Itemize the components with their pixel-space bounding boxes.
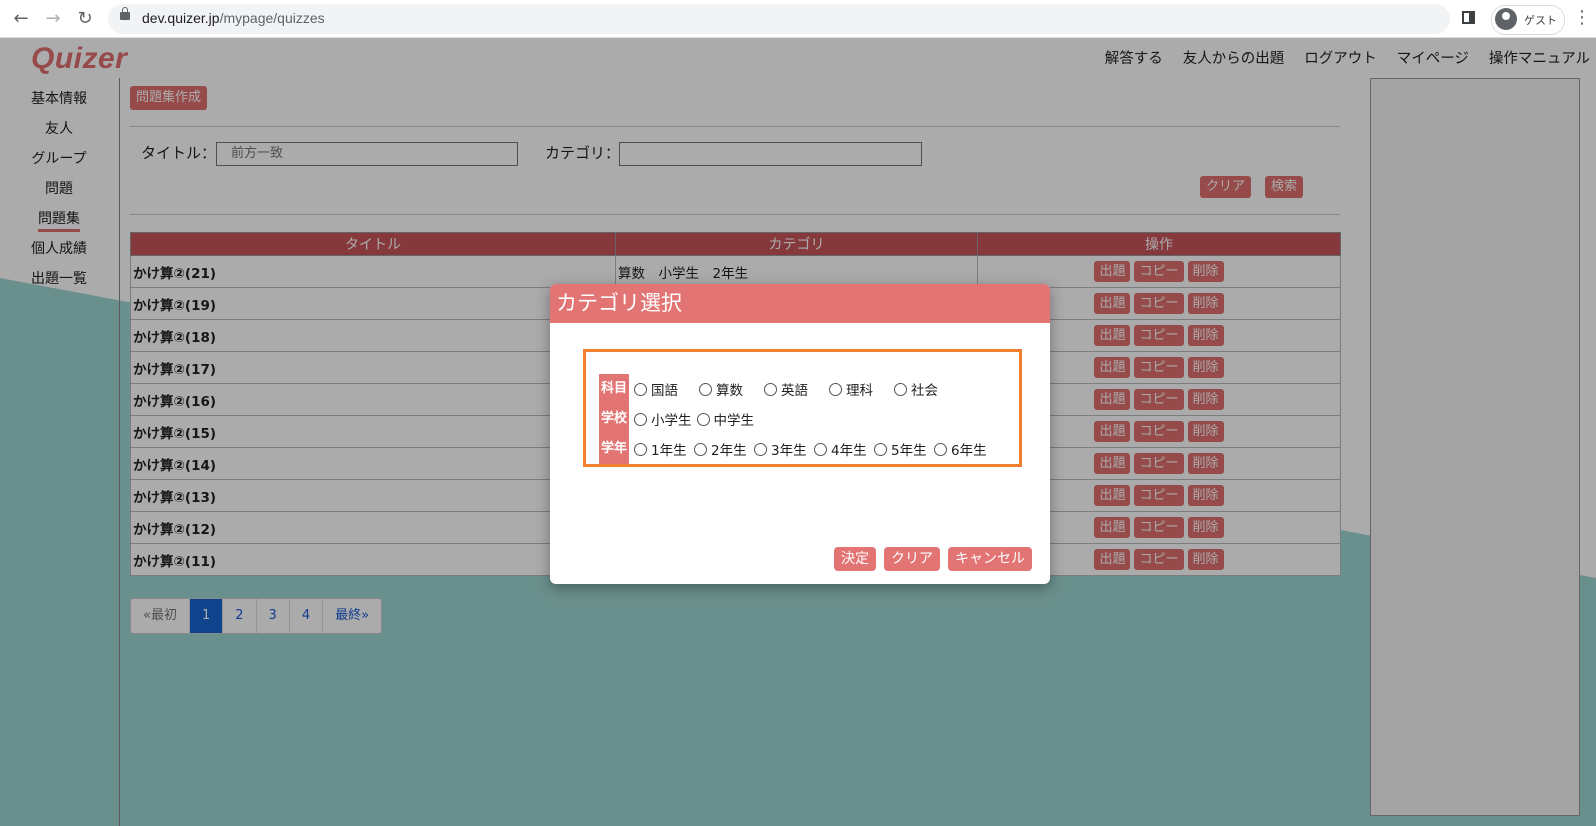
option-label: 2年生	[711, 443, 747, 459]
option-label: 3年生	[771, 443, 807, 459]
address-bar[interactable]: dev.quizer.jp/mypage/quizzes	[108, 4, 1450, 34]
side-panel-icon[interactable]	[1462, 11, 1475, 24]
profile-button[interactable]: ゲスト	[1491, 5, 1565, 35]
category-option[interactable]: 社会	[894, 379, 954, 399]
option-label: 社会	[911, 383, 938, 399]
forward-arrow-icon[interactable]: →	[41, 7, 65, 31]
category-option[interactable]: 国語	[634, 379, 694, 399]
row-label-grade: 学年	[599, 434, 629, 464]
category-option[interactable]: 小学生	[634, 409, 692, 429]
radio-button[interactable]	[894, 382, 907, 396]
option-label: 5年生	[891, 443, 927, 459]
category-option[interactable]: 3年生	[754, 439, 809, 459]
category-option[interactable]: 5年生	[874, 439, 929, 459]
option-label: 1年生	[651, 443, 687, 459]
browser-menu-icon[interactable]: ⋮	[1573, 8, 1591, 28]
radio-button[interactable]	[829, 382, 842, 396]
option-label: 小学生	[651, 413, 692, 429]
category-option[interactable]: 理科	[829, 379, 889, 399]
cancel-button[interactable]: キャンセル	[948, 547, 1032, 571]
option-label: 中学生	[713, 413, 755, 429]
category-option[interactable]: 算数	[699, 379, 759, 399]
subject-row: 科目 国語 算数 英語 理科 社会	[599, 374, 954, 404]
category-option[interactable]: 中学生	[696, 409, 755, 429]
category-option[interactable]: 2年生	[694, 439, 749, 459]
dialog-clear-button[interactable]: クリア	[884, 547, 940, 571]
category-select-dialog: カテゴリ選択 科目 国語 算数 英語 理科 社会 学校 小学生 中学生 学年 1年生 2年生…	[550, 284, 1050, 584]
radio-button[interactable]	[634, 382, 647, 396]
option-label: 算数	[716, 383, 743, 399]
lock-icon	[120, 7, 130, 20]
radio-button[interactable]	[699, 382, 712, 396]
radio-button[interactable]	[694, 442, 707, 456]
avatar-icon	[1495, 8, 1517, 30]
radio-button[interactable]	[874, 442, 887, 456]
confirm-button[interactable]: 決定	[834, 547, 876, 571]
category-option[interactable]: 4年生	[814, 439, 869, 459]
option-label: 6年生	[951, 443, 987, 459]
option-label: 国語	[651, 383, 678, 399]
category-options-box: 科目 国語 算数 英語 理科 社会 学校 小学生 中学生 学年 1年生 2年生 3年生 4年生 5…	[583, 349, 1022, 467]
radio-button[interactable]	[634, 442, 647, 456]
browser-toolbar: ← → ↻ dev.quizer.jp/mypage/quizzes ゲスト ⋮	[0, 0, 1596, 38]
profile-label: ゲスト	[1524, 14, 1557, 27]
option-label: 英語	[781, 383, 808, 399]
dialog-buttons: 決定 クリア キャンセル	[834, 547, 1032, 571]
category-option[interactable]: 6年生	[934, 439, 989, 459]
back-arrow-icon[interactable]: ←	[9, 7, 33, 31]
school-row: 学校 小学生 中学生	[599, 404, 754, 434]
radio-button[interactable]	[934, 442, 947, 456]
reload-icon[interactable]: ↻	[73, 7, 97, 31]
category-option[interactable]: 英語	[764, 379, 824, 399]
url-text: dev.quizer.jp/mypage/quizzes	[142, 10, 325, 26]
category-option[interactable]: 1年生	[634, 439, 689, 459]
radio-button[interactable]	[814, 442, 827, 456]
dialog-title: カテゴリ選択	[550, 284, 1050, 323]
radio-button[interactable]	[696, 412, 710, 426]
radio-button[interactable]	[634, 412, 647, 426]
grade-row: 学年 1年生 2年生 3年生 4年生 5年生 6年生	[599, 434, 989, 464]
option-label: 4年生	[831, 443, 867, 459]
radio-button[interactable]	[754, 442, 767, 456]
row-label-subject: 科目	[599, 374, 629, 404]
option-label: 理科	[846, 383, 873, 399]
row-label-school: 学校	[599, 404, 629, 434]
radio-button[interactable]	[764, 382, 777, 396]
